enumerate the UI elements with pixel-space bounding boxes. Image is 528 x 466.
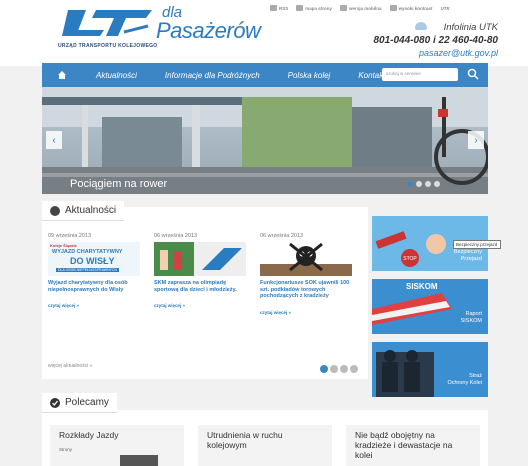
sitemap-link[interactable]: mapa strony	[296, 5, 332, 11]
news-item: 09 września 2013 Koleje Śląskie WYJAZD C…	[48, 233, 140, 308]
hero-dot-2[interactable]	[416, 181, 422, 187]
nav-item-polska-kolej[interactable]: Polska kolej	[274, 71, 345, 80]
news-section-title: Aktualności	[65, 205, 117, 216]
utk-logo-icon[interactable]	[60, 6, 156, 40]
news-icon	[50, 205, 60, 216]
contact-email-link[interactable]: pasazer@utk.gov.pl	[419, 48, 498, 58]
utk-link[interactable]: UTK	[441, 5, 450, 11]
banner-raport-siskom[interactable]: SISKOM Raport SISKOM	[372, 279, 488, 334]
search-button[interactable]	[466, 67, 480, 81]
news-title-link[interactable]: SKM zaprasza na olimpiadę sportową dla d…	[154, 280, 246, 293]
news-thumbnail[interactable]	[154, 242, 246, 276]
phone-icon	[415, 22, 427, 30]
hero-dot-3[interactable]	[425, 181, 431, 187]
hero-dot-1[interactable]	[407, 181, 413, 187]
news-item: 06 września 2013 Funkcjonariusze SOK uja…	[260, 233, 352, 315]
hero-prev-button[interactable]: ‹	[46, 131, 62, 149]
chevron-right-icon: ›	[474, 134, 478, 146]
phone-numbers: 801-044-080 i 22 460-40-80	[373, 35, 498, 46]
chevron-left-icon: ‹	[52, 134, 56, 146]
news-dot-1[interactable]	[320, 365, 328, 373]
news-pagination	[320, 365, 358, 373]
recommended-item-utrudnienia[interactable]: Utrudnienia w ruchu kolejowym	[198, 425, 332, 466]
home-button[interactable]	[42, 63, 82, 87]
rss-link[interactable]: RSS	[270, 5, 288, 11]
stop-sign-text: STOP	[403, 256, 417, 262]
siskom-logo: SISKOM	[406, 282, 438, 291]
recommended-item-kradzieze[interactable]: Nie bądź obojętny na kradzieże i dewasta…	[346, 425, 480, 466]
utility-links: RSS mapa strony wersja mobilna wysoki ko…	[270, 5, 450, 11]
hero-slider[interactable]: Pociągiem na rower ‹ ›	[42, 87, 488, 194]
news-section-tab: Aktualności	[42, 201, 125, 221]
main-nav: Aktualności Informacje dla Podróżnych Po…	[42, 63, 488, 87]
home-icon	[58, 71, 66, 79]
banner-label: Bezpieczny Przejazd	[453, 249, 482, 262]
news-date: 09 września 2013	[48, 233, 92, 239]
news-dot-3[interactable]	[340, 365, 348, 373]
news-item: 06 września 2013 SKM zaprasza na olimpia…	[154, 233, 246, 308]
hero-caption[interactable]: Pociągiem na rower	[70, 178, 167, 190]
read-more-link[interactable]: czytaj więcej »	[154, 303, 246, 308]
site-header: dla Pasażerów URZĄD TRANSPORTU KOLEJOWEG…	[0, 0, 528, 66]
news-date: 06 września 2013	[154, 233, 198, 239]
infolinia-label: Infolinia UTK	[443, 22, 498, 33]
recommended-section: Polecamy Rozkłady Jazdy Strony Utrudnien…	[42, 393, 488, 466]
recommended-section-tab: Polecamy	[42, 393, 117, 413]
news-section: Aktualności 09 września 2013 Koleje Śląs…	[42, 201, 368, 379]
nav-item-informacje[interactable]: Informacje dla Podróżnych	[151, 71, 274, 80]
news-title-link[interactable]: Funkcjonariusze SOK ujawnili 100 szt. po…	[260, 280, 352, 300]
nav-item-aktualnosci[interactable]: Aktualności	[82, 71, 151, 80]
contrast-icon	[389, 5, 397, 11]
sitemap-icon	[296, 5, 304, 11]
search-icon	[467, 68, 479, 80]
search-input[interactable]: szukaj w serwisie	[382, 68, 458, 81]
logo-pasazerow-text: Pasażerów	[156, 18, 261, 43]
check-circle-icon	[50, 397, 60, 408]
news-thumbnail[interactable]: Koleje Śląskie WYJAZD CHARYTATYWNY DO WI…	[48, 242, 140, 276]
read-more-link[interactable]: czytaj więcej »	[48, 303, 140, 308]
all-news-link[interactable]: więcej aktualności »	[48, 363, 92, 369]
banner-tooltip: Bezpieczny przejazd	[453, 240, 501, 249]
news-dot-4[interactable]	[350, 365, 358, 373]
logo-tagline: URZĄD TRANSPORTU KOLEJOWEGO	[58, 43, 158, 49]
news-date: 06 września 2013	[260, 233, 304, 239]
news-thumbnail[interactable]	[260, 242, 352, 276]
banner-label: Raport SISKOM	[460, 311, 482, 324]
news-dot-2[interactable]	[330, 365, 338, 373]
rss-icon	[270, 5, 277, 11]
recommended-thumbnail	[120, 455, 158, 466]
high-contrast-link[interactable]: wysoki kontrast	[389, 5, 433, 11]
mobile-icon	[340, 5, 348, 11]
mobile-version-link[interactable]: wersja mobilna	[340, 5, 382, 11]
hero-dot-4[interactable]	[434, 181, 440, 187]
recommended-section-title: Polecamy	[65, 397, 109, 408]
banner-straz-ochrony-kolei[interactable]: Straż Ochrony Kolei	[372, 342, 488, 397]
recommended-item-rozklady[interactable]: Rozkłady Jazdy Strony	[50, 425, 184, 466]
banner-label: Straż Ochrony Kolei	[447, 373, 482, 386]
hero-next-button[interactable]: ›	[468, 131, 484, 149]
hero-pagination	[407, 181, 440, 187]
read-more-link[interactable]: czytaj więcej »	[260, 310, 352, 315]
news-title-link[interactable]: Wyjazd charytatywny dla osób niepełnospr…	[48, 280, 140, 293]
